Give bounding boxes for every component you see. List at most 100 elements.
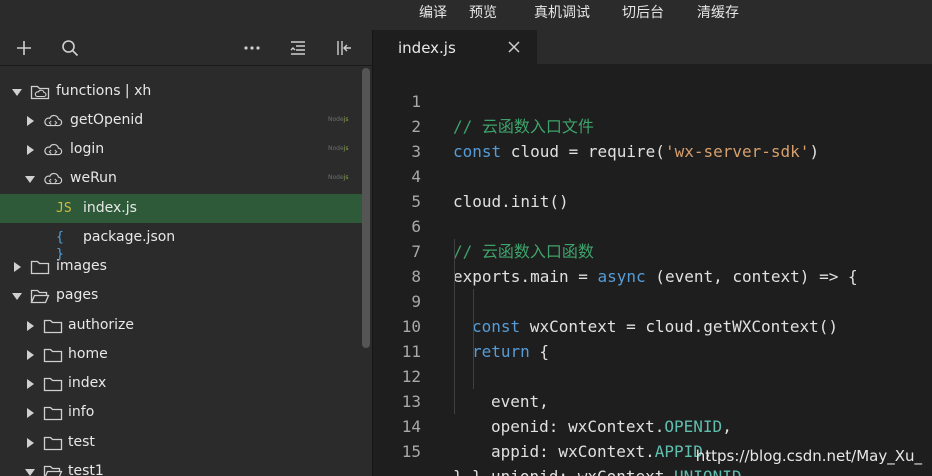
tree-item-label: package.json — [83, 229, 176, 245]
search-icon[interactable] — [60, 38, 80, 58]
tree-item-test[interactable]: test — [0, 428, 362, 457]
indent-guide — [454, 264, 455, 289]
tab-index-js[interactable]: index.js — [373, 30, 537, 64]
chevron-right-icon[interactable] — [27, 438, 34, 448]
chevron-right-icon[interactable] — [14, 262, 21, 272]
chevron-right-icon[interactable] — [27, 408, 34, 418]
switch-background-button[interactable]: 切后台 — [622, 4, 664, 22]
code-line: 5 — [373, 164, 932, 211]
remote-debug-button[interactable]: 真机调试 — [534, 4, 590, 22]
code-line: 1 // 云函数入口文件 — [373, 64, 932, 136]
plus-icon[interactable] — [14, 38, 34, 58]
explorer-toolbar — [0, 30, 372, 66]
folder-icon — [30, 260, 50, 275]
line-number: 15 — [401, 442, 421, 461]
file-explorer: functions | xh getOpenid Nodejs login No… — [0, 30, 372, 476]
indent-guide — [454, 389, 455, 414]
badge-node-text: Node — [328, 145, 344, 152]
tree-item-werun[interactable]: weRun Nodejs — [0, 164, 362, 193]
chevron-down-icon[interactable] — [25, 469, 35, 476]
code-line: 8 const wxContext = cloud.getWXContext() — [373, 239, 932, 336]
tree-item-label: images — [56, 258, 107, 274]
more-icon[interactable] — [242, 38, 262, 58]
tab-label: index.js — [398, 39, 456, 57]
preview-button[interactable]: 预览 — [469, 4, 497, 22]
tree-item-login[interactable]: login Nodejs — [0, 135, 362, 164]
plain-token: , — [741, 467, 751, 476]
code-text: } — [453, 464, 463, 476]
tree-item-label: index — [68, 375, 107, 391]
code-line: 4 cloud.init() — [373, 139, 932, 211]
badge-js-text: js — [343, 174, 349, 181]
tree-item-authorize[interactable]: authorize — [0, 311, 362, 340]
folder-icon — [43, 406, 63, 421]
tree-item-functions[interactable]: functions | xh — [0, 77, 362, 106]
plain-token: unionid: wxContext. — [491, 467, 674, 476]
tree-item-label: getOpenid — [70, 112, 144, 128]
locate-file-icon[interactable] — [334, 38, 354, 58]
tree-item-getopenid[interactable]: getOpenid Nodejs — [0, 106, 362, 135]
badge-node-text: Node — [328, 116, 344, 123]
indent-guide — [454, 239, 455, 264]
tree-item-package-json[interactable]: { } package.json — [0, 223, 362, 262]
badge-js-text: js — [343, 116, 349, 123]
folder-icon — [43, 436, 63, 451]
chevron-right-icon[interactable] — [27, 145, 34, 155]
tree-item-label: home — [68, 346, 108, 362]
badge-js-text: js — [343, 145, 349, 152]
tree-item-index[interactable]: index — [0, 369, 362, 398]
folder-open-icon — [30, 289, 50, 304]
chevron-right-icon[interactable] — [27, 321, 34, 331]
folder-open-icon — [43, 465, 63, 476]
indent-guide — [454, 289, 455, 314]
chevron-down-icon[interactable] — [12, 293, 22, 300]
explorer-scrollbar[interactable] — [362, 68, 370, 348]
chevron-down-icon[interactable] — [25, 176, 35, 183]
indent-guide — [473, 314, 474, 339]
code-line: 6 // 云函数入口函数 — [373, 189, 932, 261]
indent-guide — [454, 339, 455, 364]
tree-item-home[interactable]: home — [0, 340, 362, 369]
tree-item-test1[interactable]: test1 — [0, 457, 362, 476]
top-toolbar: 编译 预览 真机调试 切后台 清缓存 — [0, 0, 932, 30]
code-editor[interactable]: 1 // 云函数入口文件 2 const cloud = require('wx… — [373, 64, 932, 476]
compile-button[interactable]: 编译 — [419, 4, 447, 22]
collapse-all-icon[interactable] — [288, 38, 308, 58]
indent-guide — [454, 314, 455, 339]
code-text: } — [472, 464, 482, 476]
watermark-text: https://blog.csdn.net/May_Xu_ — [695, 447, 922, 465]
cloud-function-icon — [44, 114, 63, 127]
tree-item-label: login — [70, 141, 105, 157]
code-line: 15 } — [373, 414, 932, 476]
code-line: 10 event, — [373, 289, 932, 411]
code-line: 11 openid: wxContext.OPENID, — [373, 314, 932, 436]
clear-cache-button[interactable]: 清缓存 — [697, 4, 739, 22]
tree-item-images[interactable]: images — [0, 252, 362, 281]
plain-token: appid: wxContext. — [491, 442, 655, 461]
folder-icon — [43, 348, 63, 363]
tree-item-label: test — [68, 434, 95, 450]
tree-item-label: pages — [56, 287, 99, 303]
chevron-right-icon[interactable] — [27, 116, 34, 126]
json-file-icon: { } — [56, 230, 64, 262]
code-line: 3 — [373, 114, 932, 161]
nodejs-badge: Nodejs — [328, 116, 348, 124]
indent-guide — [473, 364, 474, 389]
tree-item-label: functions | xh — [56, 83, 152, 99]
editor-tabs: index.js — [373, 30, 932, 64]
badge-node-text: Node — [328, 174, 344, 181]
cloud-folder-icon — [30, 85, 50, 100]
tree-item-label: test1 — [68, 463, 104, 476]
tree-item-index-js[interactable]: JS index.js — [0, 194, 362, 223]
code-line: 7 exports.main = async (event, context) … — [373, 214, 932, 286]
code-line: 13 unionid: wxContext.UNIONID, — [373, 364, 932, 476]
nodejs-badge: Nodejs — [328, 174, 348, 182]
tree-item-pages[interactable]: pages — [0, 281, 362, 310]
chevron-right-icon[interactable] — [27, 379, 34, 389]
close-icon[interactable] — [505, 38, 523, 56]
tree-item-label: weRun — [70, 170, 117, 186]
chevron-down-icon[interactable] — [12, 89, 22, 96]
tree-item-info[interactable]: info — [0, 398, 362, 427]
tree-item-label: index.js — [83, 200, 137, 216]
chevron-right-icon[interactable] — [27, 350, 34, 360]
